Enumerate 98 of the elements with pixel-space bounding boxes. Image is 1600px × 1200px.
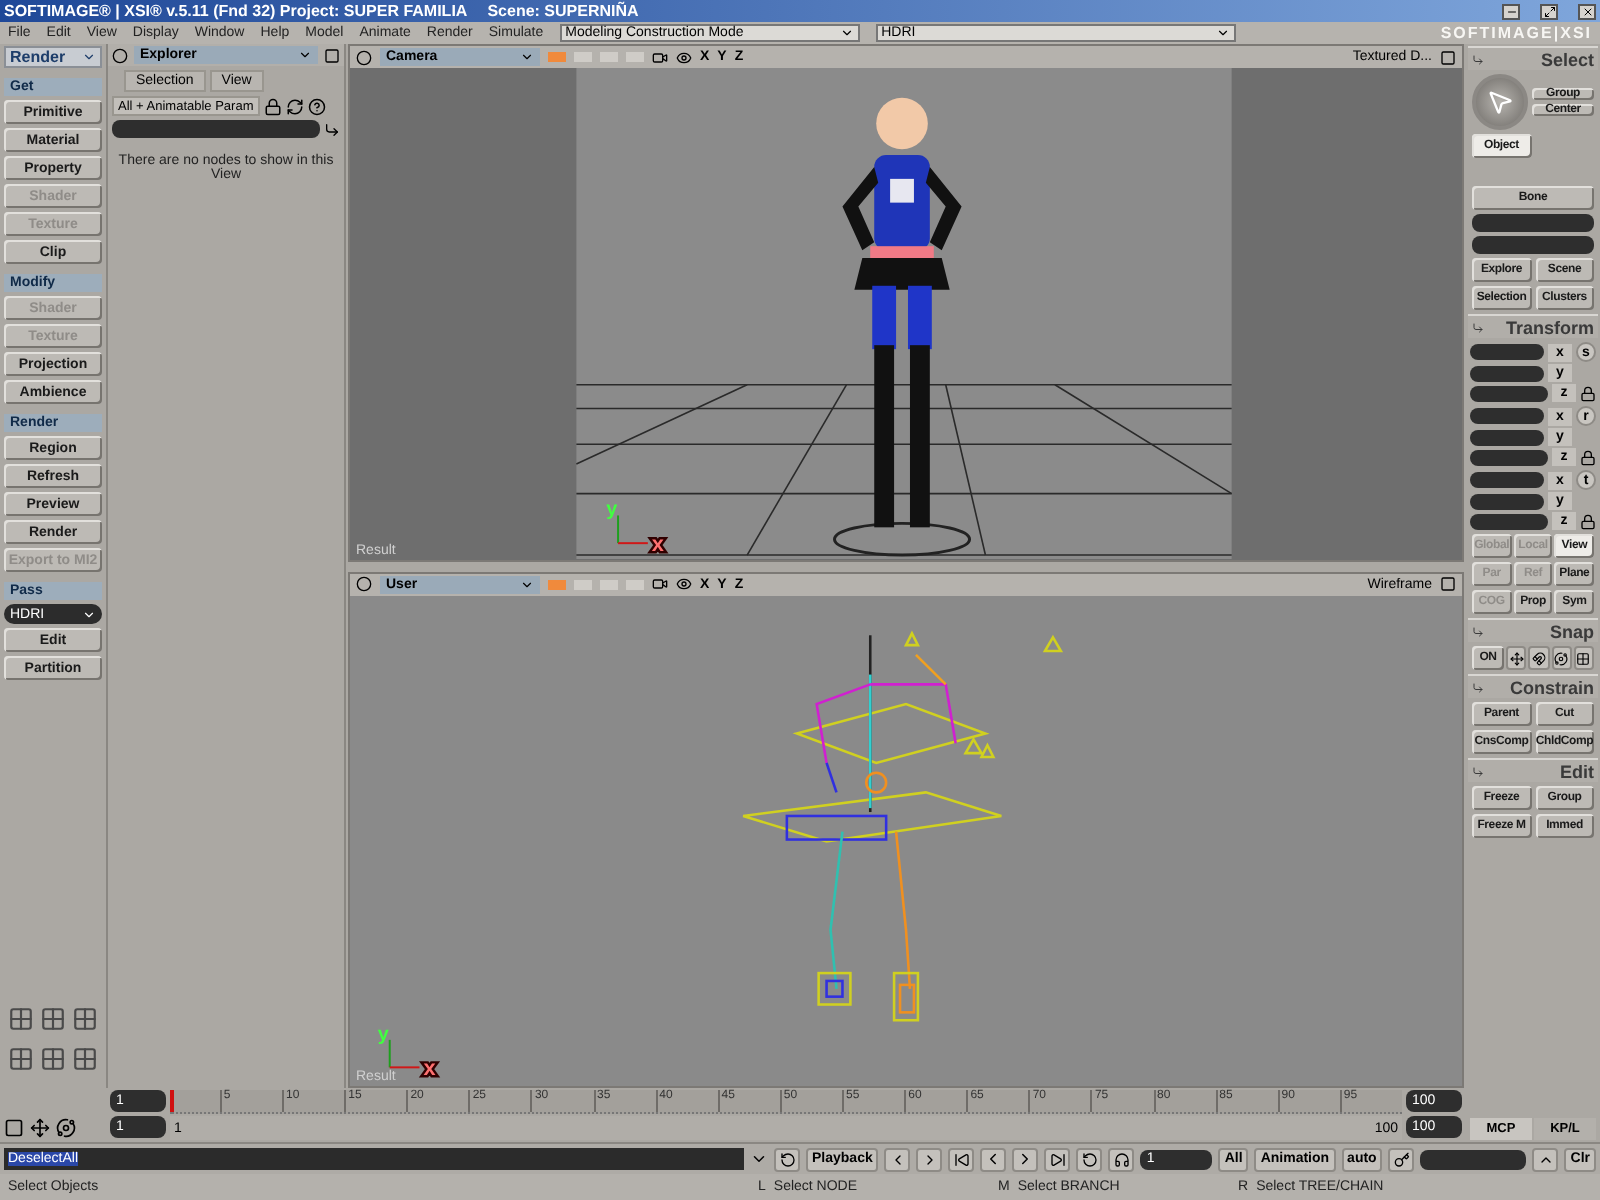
viewport-layout-icon	[40, 1006, 66, 1032]
caret-icon	[82, 50, 96, 64]
collapse-icon	[1472, 625, 1484, 637]
play-button[interactable]	[1012, 1147, 1039, 1171]
skip-back-icon	[953, 1151, 970, 1167]
product-logo: SOFTIMAGE|XSI	[1440, 24, 1592, 42]
window-title: SOFTIMAGE® | XSI® v.5.11 (Fnd 32) Project: SUPER FAMILIA	[4, 2, 468, 20]
snap-orbit-button[interactable]	[1551, 646, 1572, 670]
caret-icon	[1215, 26, 1230, 40]
loop-button[interactable]	[1076, 1147, 1103, 1171]
panel-header: Select	[1468, 46, 1598, 70]
snap-curve-button[interactable]	[1528, 646, 1549, 670]
transform-value-field[interactable]	[1470, 472, 1544, 488]
camera-icon	[652, 576, 668, 592]
select-tool-button[interactable]	[1472, 74, 1528, 130]
explorer-menu-icon	[112, 47, 128, 63]
viewport-layout-icon	[8, 1046, 34, 1072]
last-frame-button[interactable]	[1044, 1147, 1071, 1171]
lock-icon	[1580, 513, 1596, 529]
visibility-toggle[interactable]	[626, 52, 644, 62]
collapse-icon	[1472, 53, 1484, 65]
panel-header: Constrain	[1468, 674, 1598, 698]
visibility-toggle[interactable]	[600, 52, 618, 62]
key-up-button[interactable]	[1532, 1147, 1559, 1171]
transform-value-field[interactable]	[1470, 385, 1548, 401]
scene-name: Scene: SUPERNIÑA	[487, 2, 639, 20]
visibility-toggle[interactable]	[548, 579, 566, 589]
refresh-icon	[285, 97, 304, 115]
visibility-toggle[interactable]	[574, 52, 592, 62]
transform-value-field[interactable]	[1470, 408, 1544, 424]
transform-value-field[interactable]	[1470, 344, 1544, 360]
viewport-layout-icon	[40, 1046, 66, 1072]
panel-header: Snap	[1468, 618, 1598, 642]
collapse-icon	[1472, 681, 1484, 693]
headphones-icon	[1113, 1151, 1130, 1167]
arrow-icon	[324, 121, 340, 137]
loop-icon	[1081, 1151, 1098, 1167]
play-backward-button[interactable]	[980, 1147, 1007, 1171]
visibility-toggle[interactable]	[600, 579, 618, 589]
key-field[interactable]	[1420, 1149, 1527, 1169]
maximize-icon	[1440, 49, 1456, 65]
eye-icon	[676, 576, 692, 592]
magnet-icon	[1531, 651, 1546, 665]
panel-header: Edit	[1468, 758, 1598, 782]
key-button[interactable]	[1388, 1147, 1415, 1171]
caret-icon	[520, 577, 534, 591]
viewport-menu-icon	[356, 576, 372, 592]
visibility-toggle[interactable]	[574, 579, 592, 589]
pointer-icon	[1486, 88, 1514, 116]
key-icon	[1393, 1151, 1410, 1167]
caret-icon	[839, 26, 854, 40]
snap-point-icon	[1509, 651, 1524, 665]
viewport-layout-icon	[8, 1006, 34, 1032]
maximize-icon	[1440, 576, 1456, 592]
script-button[interactable]	[774, 1147, 800, 1171]
caret-icon	[520, 50, 534, 64]
transform-value-field[interactable]	[1470, 449, 1548, 465]
snap-point-button[interactable]	[1506, 646, 1527, 670]
snap-grid-button[interactable]	[1573, 646, 1594, 670]
search-field[interactable]	[112, 120, 320, 138]
lock-icon	[263, 97, 282, 115]
grid-icon	[1576, 651, 1591, 665]
minimize-icon	[1505, 5, 1517, 17]
visibility-toggle[interactable]	[548, 52, 566, 62]
playhead-marker	[170, 1090, 174, 1112]
transform-value-field[interactable]	[1470, 365, 1544, 381]
minimize-button[interactable]	[1502, 3, 1520, 19]
close-button[interactable]	[1578, 3, 1596, 19]
transform-value-field[interactable]	[1470, 513, 1548, 529]
caret-icon	[82, 607, 96, 621]
visibility-toggle[interactable]	[626, 579, 644, 589]
filter-field[interactable]	[1472, 236, 1594, 254]
lock-icon	[1580, 449, 1596, 465]
previous-key-button[interactable]	[884, 1147, 911, 1171]
camera-icon	[652, 49, 668, 65]
maximize-icon	[324, 47, 340, 63]
viewport-layout-icon	[72, 1046, 98, 1072]
collapse-icon	[1472, 321, 1484, 333]
collapse-icon	[1472, 765, 1484, 777]
viewport-layout-icon	[72, 1006, 98, 1032]
audio-button[interactable]	[1108, 1147, 1135, 1171]
viewport-menu-icon	[356, 49, 372, 65]
help-icon	[307, 97, 326, 115]
loop-icon	[779, 1151, 795, 1167]
name-field[interactable]	[1472, 214, 1594, 232]
maximize-button[interactable]	[1540, 3, 1558, 19]
dropdown-icon	[750, 1150, 768, 1168]
orbit-icon	[1554, 651, 1569, 665]
panel-header: Transform	[1468, 314, 1598, 338]
toolbar-dropdown[interactable]: Render	[4, 46, 102, 68]
eye-icon	[676, 49, 692, 65]
transform-value-field[interactable]	[1470, 429, 1544, 445]
caret-icon	[298, 48, 312, 62]
lock-icon	[1580, 385, 1596, 401]
close-icon	[1581, 5, 1593, 17]
skip-forward-icon	[1049, 1151, 1066, 1167]
first-frame-button[interactable]	[948, 1147, 975, 1171]
transform-value-field[interactable]	[1470, 493, 1544, 509]
